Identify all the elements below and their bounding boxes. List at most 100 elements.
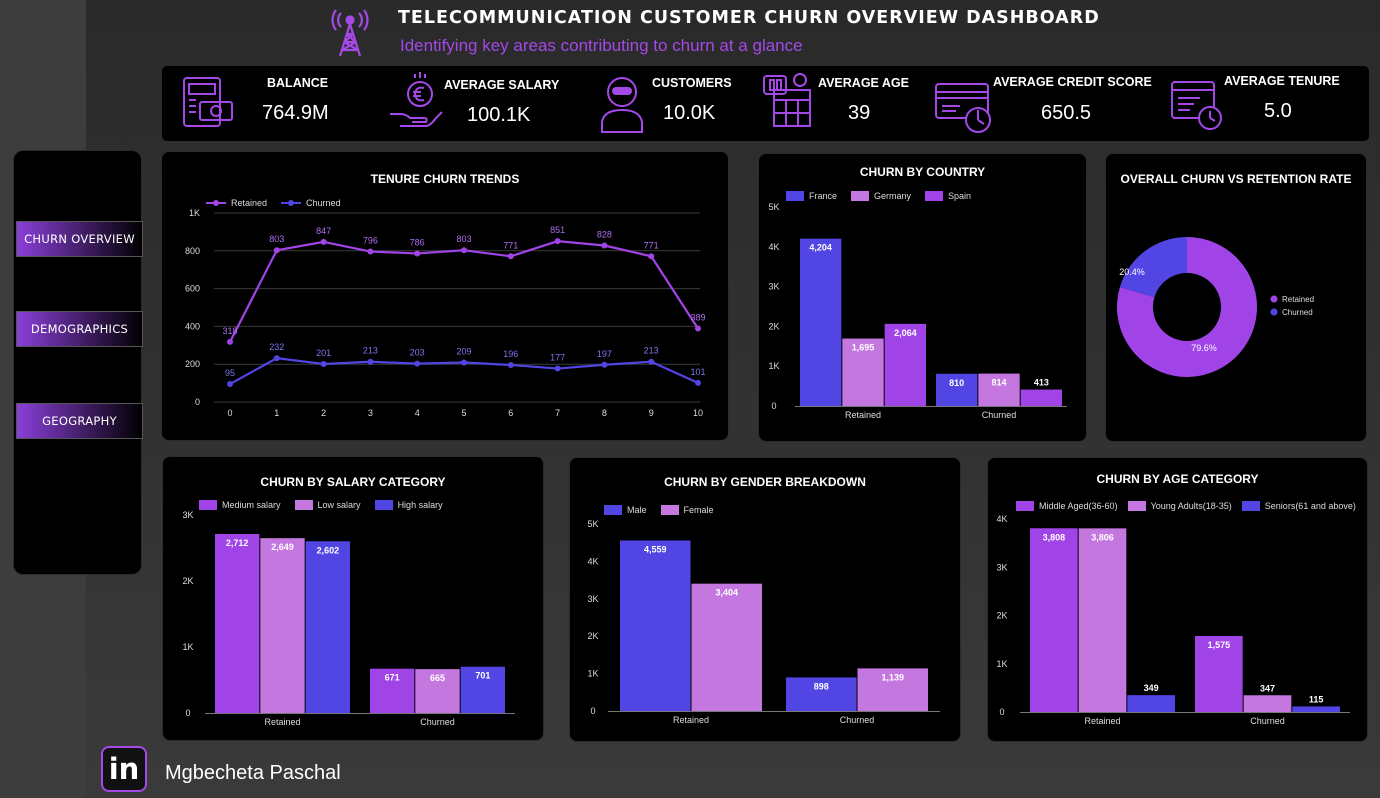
country-bar-chart: 0 1K 2K 3K 4K 5K Retained 4,204 1,695 2,064 Churne…: [768, 202, 1067, 420]
data-point: [648, 253, 655, 260]
data-label: 3,806: [1091, 532, 1114, 542]
y-tick-label: 1K: [768, 361, 779, 371]
tenure-line-chart: 0 200 400 600 800 1K 0 1 2 3 4 5 6 7 8 9 10 318 803 847 796 7…: [185, 208, 706, 418]
bar: [305, 541, 350, 713]
data-label: 4,559: [644, 544, 667, 554]
kpi-label: BALANCE: [267, 76, 329, 90]
y-tick-label: 800: [185, 246, 200, 256]
data-label: 318: [222, 326, 237, 336]
linkedin-icon: in: [108, 751, 140, 786]
kpi-value: 100.1K: [467, 104, 531, 126]
bar: [215, 534, 260, 713]
data-point: [601, 361, 608, 368]
bar: [1127, 695, 1175, 712]
data-point: [227, 338, 233, 345]
data-label: 1,695: [852, 343, 875, 353]
data-label: 101: [690, 367, 705, 377]
data-point: [273, 355, 280, 362]
kpi-value: 764.9M: [262, 102, 329, 124]
data-label: 209: [456, 346, 471, 356]
age-chart-card: CHURN BY AGE CATEGORY Middle Aged(36-60)…: [987, 457, 1368, 742]
bar: [1292, 706, 1340, 712]
page-title: TELECOMMUNICATION CUSTOMER CHURN OVERVIE…: [398, 8, 1100, 28]
data-label: 95: [225, 368, 235, 378]
data-point: [461, 247, 467, 254]
kpi-customers: CUSTOMERS 10.0K: [592, 66, 762, 140]
data-label: 796: [363, 236, 378, 246]
data-point: [367, 248, 374, 255]
y-tick-label: 2K: [768, 321, 779, 331]
data-point: [320, 361, 327, 368]
kpi-average-tenure: AVERAGE TENURE 5.0: [1162, 66, 1371, 140]
x-tick-label: Retained: [1084, 716, 1120, 726]
data-label: 2,649: [271, 542, 294, 552]
y-tick-label: 1K: [996, 659, 1007, 669]
data-label: 2,064: [894, 328, 917, 338]
kpi-average-age: AVERAGE AGE 39: [762, 66, 932, 140]
nav-geography-button[interactable]: GEOGRAPHY: [16, 403, 143, 439]
y-tick-label: 2K: [996, 611, 1007, 621]
data-point: [695, 379, 701, 386]
data-label: 898: [814, 681, 829, 691]
bar: [1020, 389, 1062, 406]
kpi-label: AVERAGE AGE: [818, 76, 909, 90]
x-tick-label: 2: [321, 408, 326, 418]
bar: [260, 538, 305, 713]
bar: [1078, 528, 1127, 712]
kpi-balance: BALANCE 764.9M: [162, 66, 382, 140]
data-label: 115: [1309, 694, 1324, 704]
data-point: [273, 247, 280, 254]
y-tick-label: 4K: [996, 514, 1007, 524]
x-tick-label: 1: [274, 408, 279, 418]
x-tick-label: 9: [649, 408, 654, 418]
data-point: [507, 361, 514, 368]
x-tick-label: Churned: [982, 410, 1017, 420]
x-tick-label: 6: [508, 408, 513, 418]
y-tick-label: 400: [185, 321, 200, 331]
data-point: [414, 360, 421, 367]
y-tick-label: 4K: [768, 242, 779, 252]
nav-panel: [13, 150, 142, 575]
data-label: 413: [1034, 378, 1049, 388]
bar: [620, 540, 691, 711]
retention-donut-chart: 79.6% 20.4% Retained Churned: [1117, 237, 1314, 377]
data-point: [414, 250, 421, 257]
euro-hand-icon: [390, 72, 443, 127]
age-bar-chart: 0 1K 2K 3K 4K Retained 3,808 3,806 349 Churned 1,5…: [996, 514, 1350, 726]
data-label: 2,602: [317, 545, 340, 555]
credit-card-icon: [935, 83, 991, 133]
y-tick-label: 0: [195, 397, 200, 407]
donut-label-retained: 79.6%: [1191, 343, 1217, 353]
x-tick-label: 10: [693, 408, 703, 418]
data-label: 4,204: [809, 243, 832, 253]
x-tick-label: 8: [602, 408, 607, 418]
y-tick-label: 4K: [587, 556, 598, 566]
data-label: 232: [269, 342, 284, 352]
y-tick-label: 0: [590, 706, 595, 716]
data-point: [320, 238, 327, 245]
y-tick-label: 0: [771, 401, 776, 411]
data-label: 3,808: [1043, 532, 1066, 542]
salary-chart-card: CHURN BY SALARY CATEGORY Medium salary L…: [162, 456, 544, 741]
data-label: 1,575: [1208, 640, 1231, 650]
kpi-average-salary: AVERAGE SALARY 100.1K: [382, 66, 592, 140]
data-label: 213: [644, 346, 659, 356]
legend-dot: [1270, 295, 1278, 303]
data-label: 347: [1260, 683, 1275, 693]
y-tick-label: 3K: [768, 282, 779, 292]
linkedin-logo[interactable]: in: [101, 746, 147, 792]
kpi-label: CUSTOMERS: [652, 76, 732, 90]
data-label: 197: [597, 349, 612, 359]
data-label: 671: [385, 673, 400, 683]
data-label: 201: [316, 348, 331, 358]
x-tick-label: Churned: [840, 715, 875, 725]
data-point: [648, 358, 655, 365]
nav-churn-overview-button[interactable]: CHURN OVERVIEW: [16, 221, 143, 257]
data-point: [507, 253, 514, 260]
nav-demographics-button[interactable]: DEMOGRAPHICS: [16, 311, 143, 347]
data-label: 2,712: [226, 538, 249, 548]
legend-dot: [1270, 308, 1278, 316]
x-tick-label: Retained: [264, 717, 300, 727]
kpi-value: 39: [848, 102, 871, 124]
data-label: 771: [644, 240, 659, 250]
